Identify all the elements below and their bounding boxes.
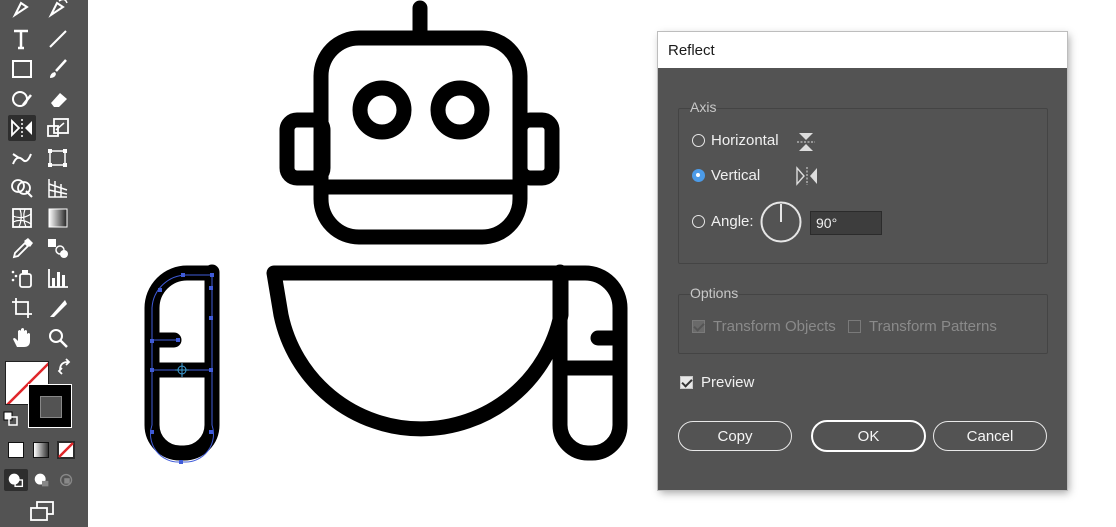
options-label: Options: [690, 285, 739, 301]
vertical-axis-icon: [795, 165, 819, 192]
draw-behind-icon[interactable]: [30, 469, 54, 491]
angle-radio-button[interactable]: [692, 215, 705, 228]
paintbrush-icon[interactable]: [44, 56, 72, 82]
horizontal-axis-icon: [795, 130, 817, 157]
robot-right-eye: [430, 80, 490, 140]
cancel-button[interactable]: Cancel: [933, 421, 1047, 451]
blend-icon[interactable]: [44, 235, 72, 261]
dialog-titlebar[interactable]: Reflect: [658, 32, 1067, 68]
angle-dial[interactable]: [759, 200, 803, 249]
tools-panel: [0, 0, 88, 527]
symbol-sprayer-icon[interactable]: [8, 265, 36, 291]
scale-icon[interactable]: [44, 115, 72, 141]
eraser-icon[interactable]: [44, 86, 72, 112]
draw-inside-icon[interactable]: [55, 469, 79, 491]
horizontal-radio[interactable]: Horizontal: [692, 132, 779, 149]
preview-checkbox[interactable]: Preview: [680, 374, 754, 391]
slice-icon[interactable]: [44, 295, 72, 321]
robot-left-eye: [352, 80, 412, 140]
column-graph-icon[interactable]: [44, 265, 72, 291]
ok-button[interactable]: OK: [811, 420, 926, 452]
warp-icon[interactable]: [8, 145, 36, 171]
horizontal-label: Horizontal: [711, 132, 779, 149]
type-icon[interactable]: [8, 26, 36, 52]
horizontal-radio-button[interactable]: [692, 134, 705, 147]
swap-colors-icon[interactable]: [56, 358, 74, 376]
hand-icon[interactable]: [8, 325, 36, 351]
line-icon[interactable]: [44, 26, 72, 52]
transform-objects-label: Transform Objects: [713, 318, 836, 335]
reflect-dialog: Reflect Axis Horizontal Vertical Angle: …: [658, 32, 1067, 490]
dialog-title: Reflect: [668, 41, 715, 59]
axis-label: Axis: [690, 99, 717, 115]
gradient-icon[interactable]: [44, 205, 72, 231]
transform-patterns-label: Transform Patterns: [869, 318, 997, 335]
artboard-icon[interactable]: [8, 295, 36, 321]
mesh-icon[interactable]: [8, 205, 36, 231]
none-mode-button[interactable]: [57, 441, 75, 459]
stroke-swatch[interactable]: [28, 384, 72, 428]
pen-icon[interactable]: [8, 0, 36, 20]
vertical-radio-button[interactable]: [692, 169, 705, 182]
screen-mode-icon[interactable]: [28, 500, 58, 524]
transform-patterns-checkbox[interactable]: Transform Patterns: [848, 318, 997, 335]
curvature-icon[interactable]: [44, 0, 72, 20]
rectangle-icon[interactable]: [8, 56, 36, 82]
angle-radio[interactable]: Angle:: [692, 213, 754, 230]
robot-left-ear: [279, 112, 331, 186]
free-transform-icon[interactable]: [44, 145, 72, 171]
shape-builder-icon[interactable]: [8, 175, 36, 201]
gradient-mode-button[interactable]: [33, 442, 49, 458]
transform-objects-check[interactable]: [692, 320, 705, 333]
angle-label: Angle:: [711, 213, 754, 230]
preview-label: Preview: [701, 374, 755, 391]
perspective-grid-icon[interactable]: [44, 175, 72, 201]
shaper-icon[interactable]: [8, 86, 36, 112]
draw-normal-icon[interactable]: [4, 469, 28, 491]
copy-button[interactable]: Copy: [678, 421, 792, 451]
eyedropper-icon[interactable]: [8, 235, 36, 261]
preview-check[interactable]: [680, 376, 693, 389]
angle-input[interactable]: 90°: [810, 211, 882, 235]
default-colors-icon[interactable]: [2, 410, 20, 428]
reflect-icon[interactable]: [8, 115, 36, 141]
transform-patterns-check[interactable]: [848, 320, 861, 333]
vertical-label: Vertical: [711, 167, 761, 184]
color-mode-button[interactable]: [8, 442, 24, 458]
vertical-radio[interactable]: Vertical: [692, 167, 760, 184]
zoom-icon[interactable]: [44, 325, 72, 351]
robot-body: [266, 265, 569, 437]
robot-right-ear: [512, 112, 560, 186]
transform-objects-checkbox[interactable]: Transform Objects: [692, 318, 836, 335]
robot-head: [313, 30, 528, 245]
